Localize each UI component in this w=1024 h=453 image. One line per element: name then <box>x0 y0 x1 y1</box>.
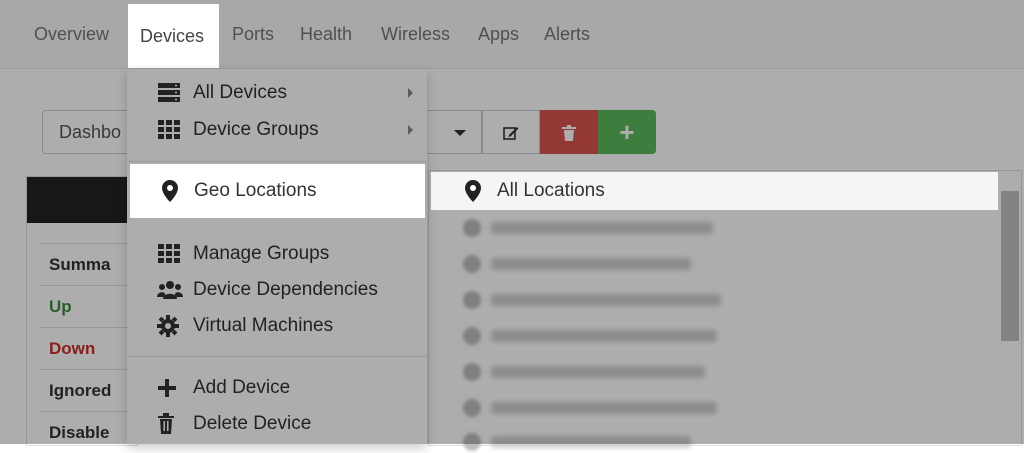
nav-devices-label: Devices <box>140 26 205 46</box>
users-icon <box>157 279 183 301</box>
devices-dropdown-menu: All Devices Device Groups Manage Groups … <box>127 69 427 444</box>
menu-label-device-dependencies: Device Dependencies <box>193 279 378 300</box>
menu-item-device-dependencies[interactable]: Device Dependencies <box>157 274 378 306</box>
trash-icon <box>157 412 183 435</box>
map-marker-icon <box>162 180 178 202</box>
menu-label-virtual-machines: Virtual Machines <box>193 315 334 336</box>
chevron-right-icon <box>408 125 413 135</box>
menu-item-manage-groups[interactable]: Manage Groups <box>157 238 329 270</box>
menu-divider <box>127 356 427 357</box>
menu-label-manage-groups: Manage Groups <box>193 243 330 264</box>
menu-label-geo-locations: Geo Locations <box>194 180 317 201</box>
menu-label-delete-device: Delete Device <box>193 413 312 434</box>
menu-item-virtual-machines[interactable]: Virtual Machines <box>157 310 333 342</box>
menu-label-device-groups: Device Groups <box>193 119 319 140</box>
menu-item-device-groups[interactable]: Device Groups <box>157 114 319 146</box>
plus-icon <box>157 378 183 398</box>
menu-label-all-devices: All Devices <box>193 82 287 103</box>
menu-item-add-device[interactable]: Add Device <box>157 372 290 404</box>
server-icon <box>157 82 183 104</box>
nav-devices[interactable]: Devices <box>128 4 219 68</box>
menu-item-all-devices[interactable]: All Devices <box>157 77 287 109</box>
chevron-right-icon <box>408 88 413 98</box>
menu-label-add-device: Add Device <box>193 377 291 398</box>
map-marker-icon <box>465 180 481 202</box>
menu-item-geo-locations[interactable]: Geo Locations <box>130 164 425 218</box>
menu-item-delete-device[interactable]: Delete Device <box>157 408 311 440</box>
menu-divider <box>127 161 427 162</box>
submenu-all-locations[interactable]: All Locations <box>431 172 998 210</box>
grid-icon <box>157 243 183 265</box>
gear-icon <box>157 314 183 337</box>
grid-icon <box>157 119 183 141</box>
submenu-label-all-locations: All Locations <box>497 180 605 201</box>
